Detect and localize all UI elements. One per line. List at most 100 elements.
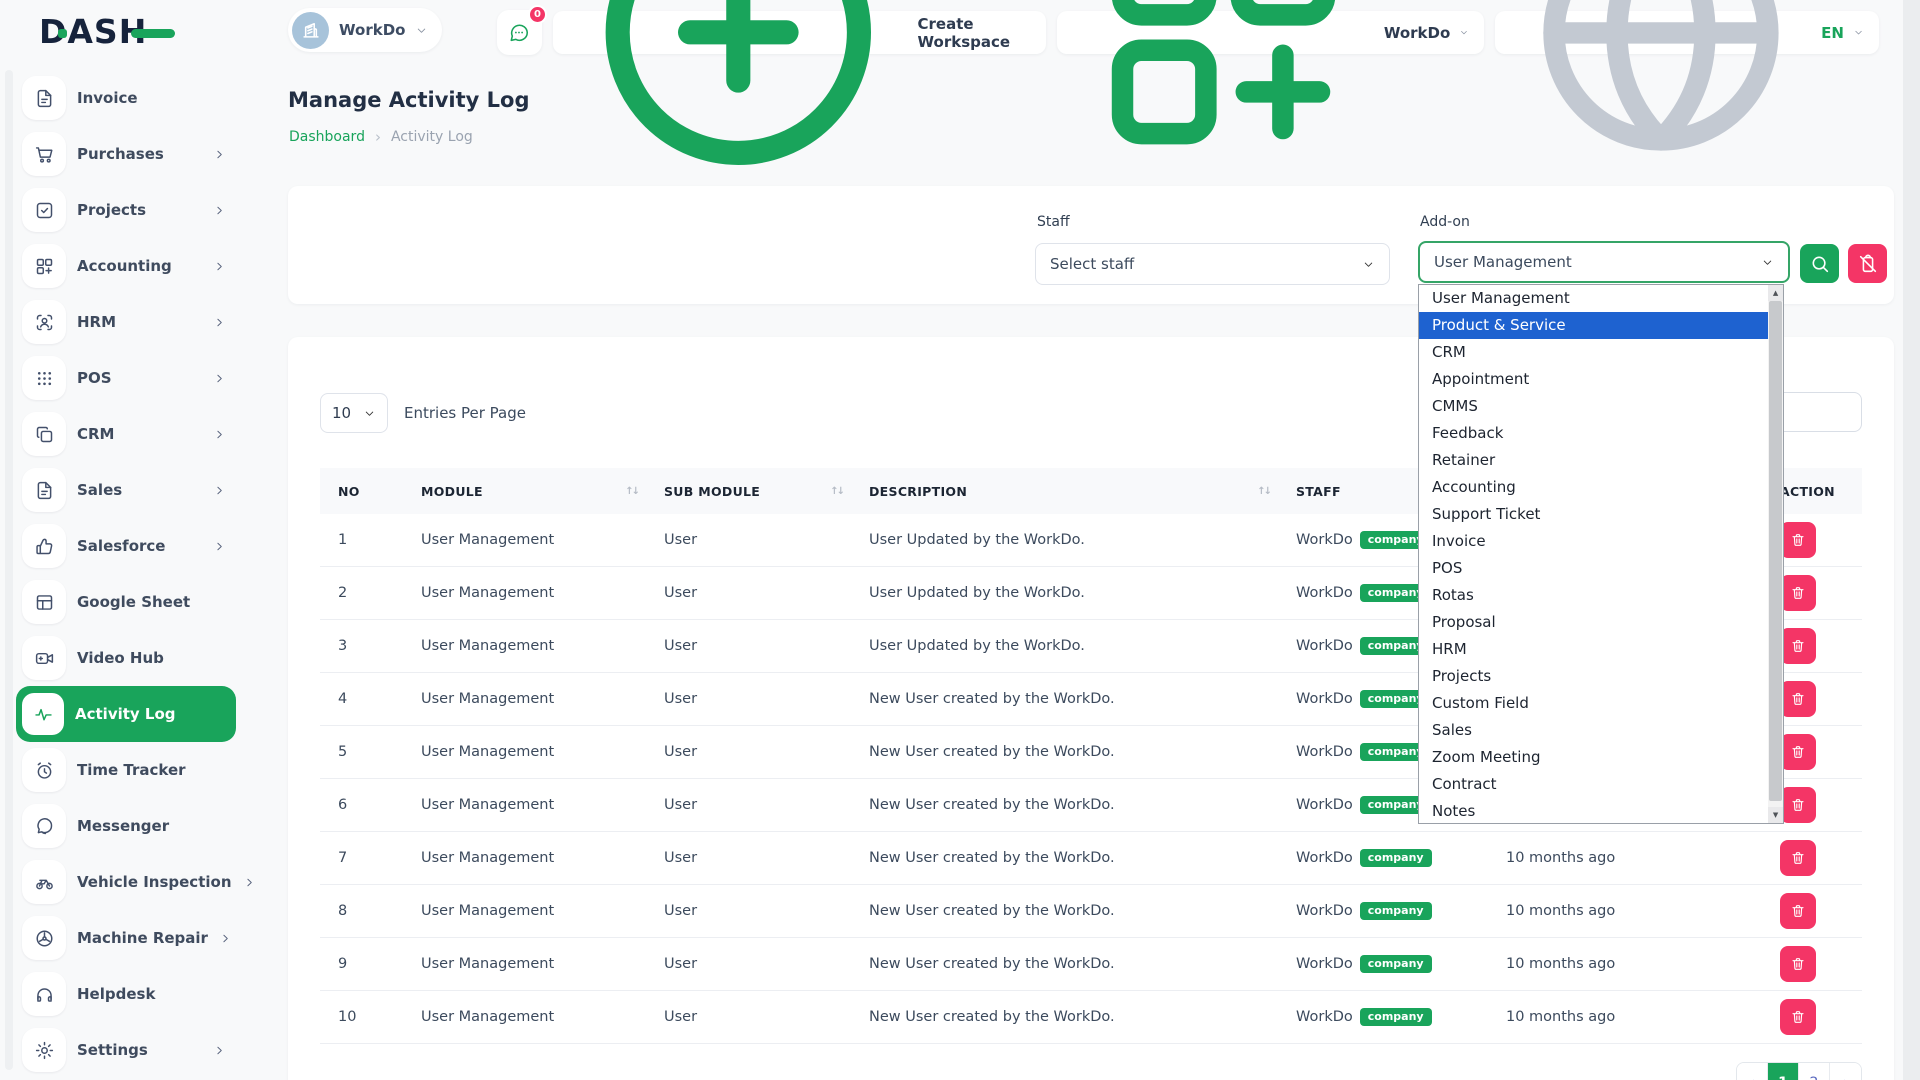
cell-sub: User bbox=[648, 1009, 853, 1025]
table-row: 10User ManagementUserNew User created by… bbox=[320, 991, 1862, 1044]
plus-circle-icon bbox=[568, 0, 909, 203]
sidebar-item-time-tracker[interactable]: Time Tracker bbox=[16, 742, 236, 798]
sidebar-item-messenger[interactable]: Messenger bbox=[16, 798, 236, 854]
cell-module: User Management bbox=[405, 638, 648, 654]
addon-option[interactable]: Zoom Meeting bbox=[1419, 744, 1768, 771]
addon-option[interactable]: User Management bbox=[1419, 285, 1768, 312]
sidebar-item-label: Invoice bbox=[77, 89, 138, 107]
dropdown-scrollbar-thumb[interactable] bbox=[1769, 301, 1782, 801]
sidebar-item-accounting[interactable]: Accounting bbox=[16, 238, 236, 294]
column-header-label: NO bbox=[338, 484, 360, 499]
sidebar-item-label: Activity Log bbox=[75, 705, 176, 723]
addon-option[interactable]: HRM bbox=[1419, 636, 1768, 663]
chevron-down-icon bbox=[1853, 26, 1864, 39]
cell-no: 4 bbox=[320, 691, 405, 707]
scroll-up-arrow-icon[interactable]: ▲ bbox=[1768, 285, 1783, 301]
sidebar-item-video-hub[interactable]: Video Hub bbox=[16, 630, 236, 686]
cell-sub: User bbox=[648, 850, 853, 866]
sidebar-item-hrm[interactable]: HRM bbox=[16, 294, 236, 350]
addon-option[interactable]: Contract bbox=[1419, 771, 1768, 798]
sidebar-item-invoice[interactable]: Invoice bbox=[16, 70, 236, 126]
staff-type-badge: company bbox=[1360, 902, 1432, 920]
sidebar-item-google-sheet[interactable]: Google Sheet bbox=[16, 574, 236, 630]
sort-icon[interactable]: ↑↓ bbox=[625, 486, 638, 497]
sidebar-item-label: Google Sheet bbox=[77, 593, 190, 611]
cell-action bbox=[1764, 893, 1862, 929]
file-icon bbox=[22, 468, 66, 512]
addon-select[interactable]: User Management bbox=[1418, 241, 1790, 283]
delete-button[interactable] bbox=[1780, 681, 1816, 717]
app-menu-button[interactable]: WorkDo bbox=[1057, 11, 1484, 54]
delete-button[interactable] bbox=[1780, 840, 1816, 876]
addon-option[interactable]: Proposal bbox=[1419, 609, 1768, 636]
workspace-avatar bbox=[292, 12, 329, 49]
delete-button[interactable] bbox=[1780, 999, 1816, 1035]
sidebar-item-pos[interactable]: POS bbox=[16, 350, 236, 406]
cell-no: 2 bbox=[320, 585, 405, 601]
create-workspace-button[interactable]: Create Workspace bbox=[553, 11, 1046, 54]
staff-select[interactable]: Select staff bbox=[1035, 243, 1390, 285]
sidebar-item-helpdesk[interactable]: Helpdesk bbox=[16, 966, 236, 1022]
staff-type-badge: company bbox=[1360, 849, 1432, 867]
breadcrumb-dashboard-link[interactable]: Dashboard bbox=[289, 129, 365, 145]
sidebar-item-vehicle-inspection[interactable]: Vehicle Inspection bbox=[16, 854, 236, 910]
pagination-page-2[interactable]: 2 bbox=[1799, 1063, 1830, 1080]
messages-button[interactable]: 0 bbox=[497, 10, 542, 55]
pagination-page-1[interactable]: 1 bbox=[1768, 1063, 1799, 1080]
column-header-description[interactable]: DESCRIPTION↑↓ bbox=[853, 484, 1280, 499]
sidebar-item-salesforce[interactable]: Salesforce bbox=[16, 518, 236, 574]
dropdown-scrollbar[interactable]: ▲ ▼ bbox=[1768, 285, 1783, 823]
sidebar-item-crm[interactable]: CRM bbox=[16, 406, 236, 462]
addon-option[interactable]: Product & Service bbox=[1419, 312, 1768, 339]
addon-option[interactable]: Notes bbox=[1419, 798, 1768, 825]
chevron-right-icon bbox=[213, 148, 226, 161]
addon-option[interactable]: Sales bbox=[1419, 717, 1768, 744]
apply-filter-button[interactable] bbox=[1800, 244, 1839, 283]
cell-date: 10 months ago bbox=[1490, 850, 1764, 866]
addon-option[interactable]: Custom Field bbox=[1419, 690, 1768, 717]
sidebar-item-settings[interactable]: Settings bbox=[16, 1022, 236, 1078]
addon-option[interactable]: Feedback bbox=[1419, 420, 1768, 447]
addon-option[interactable]: CMMS bbox=[1419, 393, 1768, 420]
staff-label: Staff bbox=[1037, 214, 1070, 230]
addon-option[interactable]: Projects bbox=[1419, 663, 1768, 690]
addon-option[interactable]: Retainer bbox=[1419, 447, 1768, 474]
addon-option[interactable]: POS bbox=[1419, 555, 1768, 582]
addon-option[interactable]: Support Ticket bbox=[1419, 501, 1768, 528]
addon-option[interactable]: Rotas bbox=[1419, 582, 1768, 609]
scroll-down-arrow-icon[interactable]: ▼ bbox=[1768, 807, 1783, 823]
pagination-prev[interactable]: ‹ bbox=[1737, 1063, 1768, 1080]
sidebar-item-machine-repair[interactable]: Machine Repair bbox=[16, 910, 236, 966]
delete-button[interactable] bbox=[1780, 734, 1816, 770]
addon-option[interactable]: Accounting bbox=[1419, 474, 1768, 501]
delete-button[interactable] bbox=[1780, 787, 1816, 823]
pagination-next[interactable]: › bbox=[1830, 1063, 1861, 1080]
entries-per-page-select[interactable]: 10 bbox=[320, 393, 388, 433]
breadcrumb: Dashboard › Activity Log bbox=[289, 128, 473, 146]
sidebar-item-purchases[interactable]: Purchases bbox=[16, 126, 236, 182]
sidebar-item-activity-log[interactable]: Activity Log bbox=[16, 686, 236, 742]
delete-button[interactable] bbox=[1780, 893, 1816, 929]
sidebar-item-label: CRM bbox=[77, 425, 115, 443]
delete-button[interactable] bbox=[1780, 575, 1816, 611]
reset-filter-button[interactable] bbox=[1848, 244, 1887, 283]
addon-option[interactable]: CRM bbox=[1419, 339, 1768, 366]
delete-button[interactable] bbox=[1780, 628, 1816, 664]
column-header-sub-module[interactable]: SUB MODULE↑↓ bbox=[648, 484, 853, 499]
cell-staff: WorkDocompany bbox=[1280, 902, 1490, 920]
delete-button[interactable] bbox=[1780, 522, 1816, 558]
sidebar-item-projects[interactable]: Projects bbox=[16, 182, 236, 238]
addon-option[interactable]: Invoice bbox=[1419, 528, 1768, 555]
cell-desc: User Updated by the WorkDo. bbox=[853, 585, 1280, 601]
language-selector[interactable]: EN bbox=[1495, 11, 1879, 54]
workspace-switcher[interactable]: WorkDo bbox=[288, 8, 442, 52]
addon-option[interactable]: Appointment bbox=[1419, 366, 1768, 393]
column-header-module[interactable]: MODULE↑↓ bbox=[405, 484, 648, 499]
delete-button[interactable] bbox=[1780, 946, 1816, 982]
sort-icon[interactable]: ↑↓ bbox=[830, 486, 843, 497]
page-scrollbar[interactable] bbox=[1903, 0, 1920, 1080]
workspace-name: WorkDo bbox=[339, 21, 405, 39]
check-square-icon bbox=[22, 188, 66, 232]
sidebar-item-sales[interactable]: Sales bbox=[16, 462, 236, 518]
sort-icon[interactable]: ↑↓ bbox=[1257, 486, 1270, 497]
